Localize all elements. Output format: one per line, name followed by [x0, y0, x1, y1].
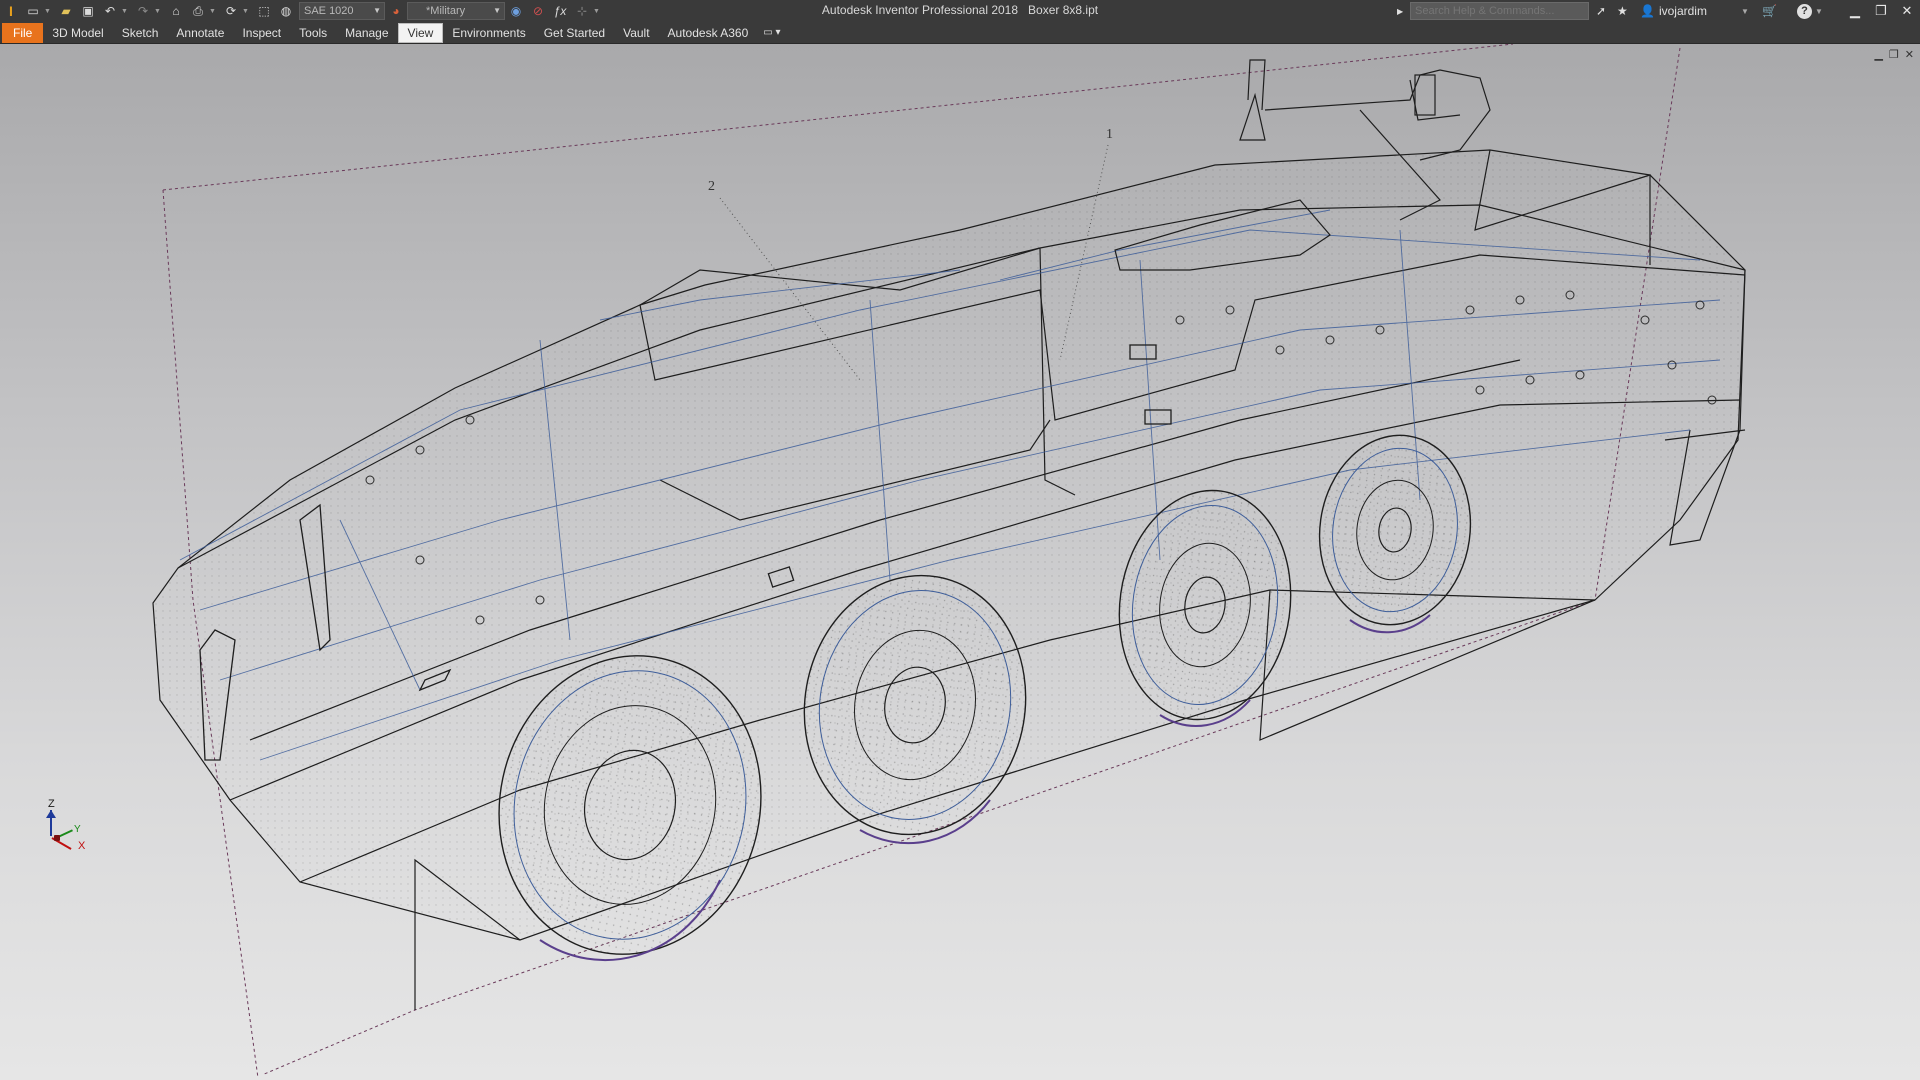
x-axis-label: X	[78, 840, 86, 852]
user-account[interactable]: 👤 ivojardim ▼	[1640, 0, 1749, 22]
ribbon-display-toggle-icon[interactable]: ▭ ▾	[757, 23, 786, 43]
tab-get-started[interactable]: Get Started	[535, 23, 614, 43]
close-icon[interactable]: ✕	[1894, 0, 1920, 22]
tab-vault[interactable]: Vault	[614, 23, 658, 43]
tab-environments[interactable]: Environments	[443, 23, 534, 43]
material-dropdown-icon: ▼	[373, 6, 381, 15]
clear-appearance-icon[interactable]: ⊘	[530, 3, 546, 19]
appearance-value: *Military	[426, 5, 466, 17]
tab-inspect[interactable]: Inspect	[233, 23, 290, 43]
select-icon[interactable]: ⬚	[256, 3, 272, 19]
user-icon: 👤	[1640, 4, 1655, 18]
tab-3d-model[interactable]: 3D Model	[43, 23, 112, 43]
title-bar: I ▭ ▼ ▰ ▣ ↶ ▼ ↷ ▼ ⌂ ⎙ ▼ ⟳ ▼ ⬚ ◍ SAE 1020…	[0, 0, 1920, 22]
user-dropdown-icon: ▼	[1740, 6, 1749, 16]
undo-dropdown-icon[interactable]: ▼	[121, 3, 128, 19]
tab-manage[interactable]: Manage	[336, 23, 397, 43]
restore-icon[interactable]: ❐	[1868, 0, 1894, 22]
tab-tools[interactable]: Tools	[290, 23, 336, 43]
undo-icon[interactable]: ↶	[102, 3, 118, 19]
measure-icon[interactable]: ⊹	[574, 3, 590, 19]
document-name: Boxer 8x8.ipt	[1028, 3, 1099, 17]
origin-icon	[54, 835, 60, 841]
new-file-icon[interactable]: ▭	[25, 3, 41, 19]
tab-sketch[interactable]: Sketch	[113, 23, 168, 43]
z-axis-head-icon	[46, 810, 56, 818]
favorites-star-icon[interactable]: ★	[1617, 0, 1628, 22]
callout-1: 1	[1106, 127, 1113, 142]
window-controls: ▁ ❐ ✕	[1842, 0, 1920, 22]
redo-icon[interactable]: ↷	[135, 3, 151, 19]
help-icon[interactable]: ? ▼	[1797, 0, 1823, 22]
print-icon[interactable]: ⎙	[190, 3, 206, 19]
ribbon-tabs: File 3D Model Sketch Annotate Inspect To…	[0, 22, 1920, 44]
tab-file[interactable]: File	[2, 22, 44, 43]
user-name: ivojardim	[1658, 4, 1707, 18]
home-icon[interactable]: ⌂	[168, 3, 184, 19]
y-axis-label: Y	[74, 824, 81, 835]
appearance-dropdown-icon: ▼	[493, 6, 501, 15]
customize-qat-dropdown-icon[interactable]: ▼	[593, 3, 600, 19]
graphics-window[interactable]: ▁ ❐ ✕ 1 2 Z Y X	[0, 44, 1920, 1080]
sign-in-arrow-icon[interactable]: ➚	[1596, 0, 1606, 22]
z-axis-label: Z	[48, 798, 55, 810]
app-name: Autodesk Inventor Professional 2018	[821, 3, 1019, 17]
save-icon[interactable]: ▣	[80, 3, 96, 19]
material-sphere-icon[interactable]: ◍	[278, 3, 294, 19]
material-combo[interactable]: SAE 1020 ▼	[299, 2, 385, 20]
minimize-icon[interactable]: ▁	[1842, 0, 1868, 22]
open-folder-icon[interactable]: ▰	[58, 3, 74, 19]
material-value: SAE 1020	[304, 5, 354, 17]
search-expand-icon[interactable]: ▶	[1397, 0, 1403, 22]
search-input[interactable]	[1410, 2, 1589, 20]
callout-2: 2	[708, 179, 715, 194]
axis-triad: Z Y X	[44, 798, 94, 858]
model-wireframe[interactable]	[0, 44, 1920, 1080]
adjust-appearance-icon[interactable]: ◉	[508, 3, 524, 19]
appearance-ball-icon[interactable]: ◕	[388, 3, 404, 19]
tab-autodesk-a360[interactable]: Autodesk A360	[659, 23, 758, 43]
tab-annotate[interactable]: Annotate	[167, 23, 233, 43]
update-dropdown-icon[interactable]: ▼	[242, 3, 249, 19]
appearance-combo[interactable]: *Military ▼	[407, 2, 505, 20]
print-dropdown-icon[interactable]: ▼	[209, 3, 216, 19]
fx-parameters-icon[interactable]: ƒx	[552, 3, 568, 19]
cart-icon[interactable]: 🛒	[1762, 0, 1777, 22]
quick-access-toolbar: I ▭ ▼ ▰ ▣ ↶ ▼ ↷ ▼ ⌂ ⎙ ▼ ⟳ ▼ ⬚ ◍ SAE 1020…	[0, 0, 604, 22]
inventor-logo-icon[interactable]: I	[3, 3, 19, 19]
new-dropdown-icon[interactable]: ▼	[44, 3, 51, 19]
update-icon[interactable]: ⟳	[223, 3, 239, 19]
redo-dropdown-icon[interactable]: ▼	[154, 3, 161, 19]
tab-view[interactable]: View	[397, 22, 444, 43]
